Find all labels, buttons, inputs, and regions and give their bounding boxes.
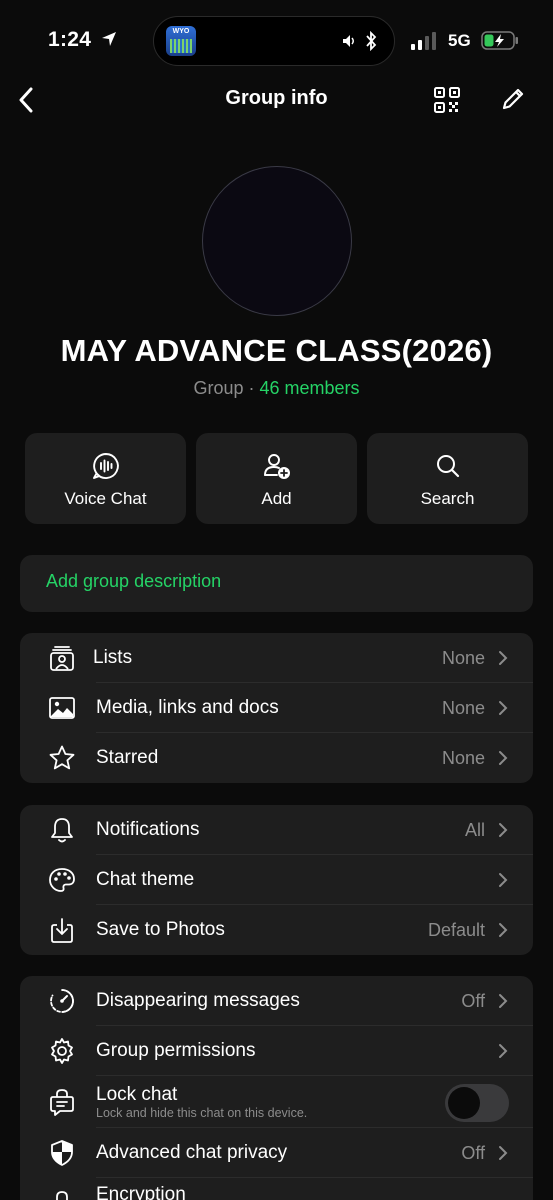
add-member-button[interactable]: Add bbox=[196, 433, 357, 524]
starred-value: None bbox=[441, 748, 485, 768]
save-download-icon bbox=[51, 918, 73, 943]
group-avatar[interactable] bbox=[202, 166, 352, 316]
pencil-edit-icon[interactable] bbox=[499, 85, 527, 113]
chevron-right-icon bbox=[499, 994, 508, 1008]
photo-icon bbox=[49, 697, 75, 719]
group-permissions-row[interactable]: Group permissions bbox=[20, 1026, 533, 1076]
now-playing-app-icon: WYO bbox=[166, 26, 196, 56]
timer-icon bbox=[50, 989, 74, 1013]
lists-row[interactable]: Lists None bbox=[20, 633, 533, 683]
add-person-icon bbox=[263, 454, 290, 479]
add-description-link[interactable]: Add group description bbox=[46, 571, 221, 592]
chevron-right-icon bbox=[499, 1146, 508, 1160]
lock-chat-label: Lock chat bbox=[96, 1084, 178, 1105]
page-title: Group info bbox=[225, 87, 328, 109]
chevron-right-icon bbox=[499, 873, 508, 887]
qr-code-icon[interactable] bbox=[433, 86, 461, 114]
subtitle-separator: · bbox=[243, 378, 260, 398]
save-to-photos-value: Default bbox=[427, 920, 485, 940]
bell-icon bbox=[51, 818, 73, 843]
advanced-chat-privacy-label: Advanced chat privacy bbox=[96, 1142, 288, 1163]
speaker-icon bbox=[343, 35, 354, 47]
voice-chat-label: Voice Chat bbox=[64, 489, 147, 508]
group-description-card[interactable]: Add group description bbox=[20, 555, 533, 612]
voice-chat-icon bbox=[92, 453, 119, 479]
battery-charging-icon bbox=[481, 31, 518, 50]
save-to-photos-row[interactable]: Save to Photos Default bbox=[20, 905, 533, 955]
advanced-chat-privacy-row[interactable]: Advanced chat privacy Off bbox=[20, 1128, 533, 1178]
lock-chat-sublabel: Lock and hide this chat on this device. bbox=[96, 1106, 308, 1120]
media-links-docs-row[interactable]: Media, links and docs None bbox=[20, 683, 533, 733]
status-bar: 1:24 WYO 5G bbox=[0, 0, 553, 80]
island-app-label: WYO bbox=[172, 28, 190, 35]
media-links-docs-value: None bbox=[441, 698, 485, 718]
chat-theme-row[interactable]: Chat theme bbox=[20, 855, 533, 905]
lists-icon bbox=[50, 646, 74, 671]
lock-chat-row[interactable]: Lock chat Lock and hide this chat on thi… bbox=[20, 1076, 533, 1128]
chevron-right-icon bbox=[499, 823, 508, 837]
disappearing-messages-row[interactable]: Disappearing messages Off bbox=[20, 976, 533, 1026]
search-button[interactable]: Search bbox=[367, 433, 528, 524]
star-icon bbox=[49, 745, 75, 770]
bluetooth-icon bbox=[366, 31, 377, 51]
lists-label: Lists bbox=[93, 647, 133, 668]
media-links-docs-label: Media, links and docs bbox=[96, 697, 279, 718]
group-subtitle: Group · 46 members bbox=[0, 378, 553, 399]
navigation-bar: Group info bbox=[0, 80, 553, 120]
notifications-row[interactable]: Notifications All bbox=[20, 805, 533, 855]
encryption-label: Encryption bbox=[96, 1184, 186, 1200]
toggle-knob bbox=[448, 1087, 480, 1119]
save-to-photos-label: Save to Photos bbox=[96, 919, 225, 940]
chevron-right-icon bbox=[499, 923, 508, 937]
chevron-right-icon bbox=[499, 751, 508, 765]
add-member-label: Add bbox=[261, 489, 292, 508]
location-arrow-icon bbox=[102, 32, 116, 46]
advanced-chat-privacy-value: Off bbox=[461, 1143, 485, 1163]
chat-theme-label: Chat theme bbox=[96, 869, 195, 890]
starred-row[interactable]: Starred None bbox=[20, 733, 533, 783]
members-count-link[interactable]: 46 members bbox=[259, 378, 359, 398]
lock-chat-icon bbox=[50, 1089, 74, 1116]
search-icon bbox=[436, 455, 459, 478]
cellular-signal-icon bbox=[411, 32, 436, 50]
encryption-icon bbox=[56, 1191, 68, 1200]
search-label: Search bbox=[420, 489, 475, 508]
dynamic-island[interactable]: WYO bbox=[153, 16, 395, 66]
privacy-settings-card: Disappearing messages Off Group permissi… bbox=[20, 976, 533, 1200]
lists-value: None bbox=[441, 648, 485, 668]
group-permissions-label: Group permissions bbox=[96, 1040, 256, 1061]
chat-settings-card: Notifications All Chat theme Save to Pho… bbox=[20, 805, 533, 955]
gear-icon bbox=[51, 1038, 73, 1064]
group-type-label: Group bbox=[193, 378, 244, 398]
network-type: 5G bbox=[448, 31, 471, 50]
group-name: MAY ADVANCE CLASS(2026) bbox=[60, 333, 493, 368]
disappearing-messages-label: Disappearing messages bbox=[96, 990, 300, 1011]
disappearing-messages-value: Off bbox=[461, 991, 485, 1011]
notifications-value: All bbox=[464, 820, 485, 840]
shield-icon bbox=[51, 1140, 73, 1166]
chevron-right-icon bbox=[499, 651, 508, 665]
palette-icon bbox=[49, 868, 75, 892]
chevron-right-icon bbox=[499, 701, 508, 715]
starred-label: Starred bbox=[96, 747, 159, 768]
status-time: 1:24 bbox=[48, 28, 92, 51]
voice-chat-button[interactable]: Voice Chat bbox=[25, 433, 186, 524]
lock-chat-toggle[interactable] bbox=[445, 1084, 509, 1122]
chevron-right-icon bbox=[499, 1044, 508, 1058]
media-section-card: Lists None Media, links and docs None St… bbox=[20, 633, 533, 783]
notifications-label: Notifications bbox=[96, 819, 200, 840]
encryption-row[interactable]: Encryption bbox=[20, 1178, 533, 1200]
